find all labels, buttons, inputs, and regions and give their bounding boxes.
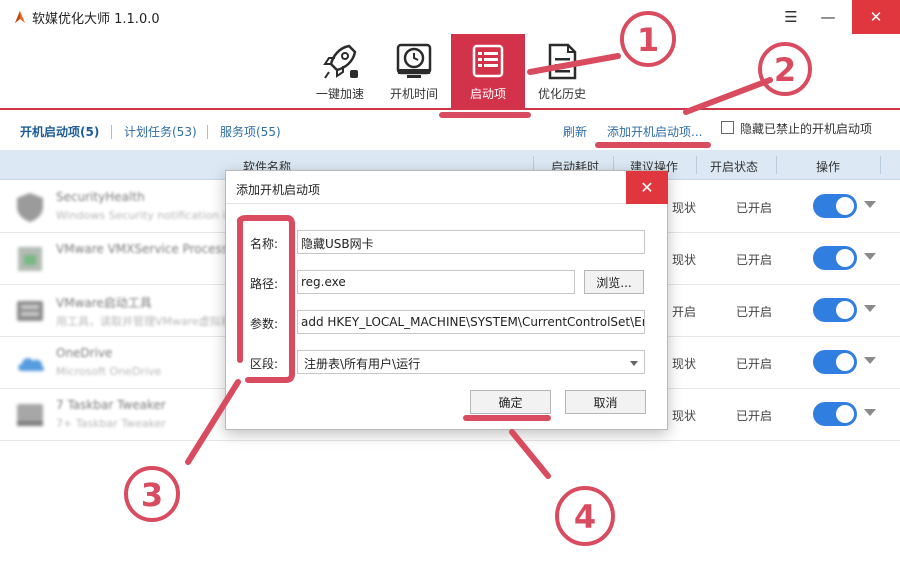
close-button[interactable]: ✕ (852, 0, 900, 34)
startup-toggle[interactable] (813, 298, 857, 322)
row-advice: 现状 (672, 253, 697, 267)
tool-boost[interactable]: 一键加速 (303, 34, 377, 108)
row-name: VMware启动工具 (56, 296, 152, 310)
path-label: 路径: (250, 277, 279, 291)
tool-history[interactable]: 优化历史 (525, 34, 599, 108)
args-label: 参数: (250, 317, 279, 331)
startup-toggle[interactable] (813, 246, 857, 270)
tab-divider (111, 125, 112, 139)
clock-monitor-icon (396, 43, 432, 78)
main-toolbar: 一键加速 开机时间 启动项 优化历史 (0, 34, 900, 110)
row-status: 已开启 (736, 305, 773, 319)
taskbar-tweaker-icon (17, 404, 43, 426)
app-logo-icon (15, 11, 25, 23)
row-description: Windows Security notification icon (56, 209, 246, 222)
tab-startup-items[interactable]: 开机启动项(5) (20, 123, 99, 140)
document-icon (548, 43, 577, 80)
name-field[interactable]: 隐藏USB网卡 (297, 230, 645, 254)
row-status: 已开启 (736, 409, 773, 423)
tab-scheduled-tasks[interactable]: 计划任务(53) (124, 123, 197, 140)
startup-toggle[interactable] (813, 350, 857, 374)
toggle-knob (836, 301, 854, 319)
row-advice: 现状 (672, 201, 697, 215)
rocket-icon (323, 44, 358, 79)
tool-startup[interactable]: 启动项 (451, 34, 525, 108)
close-icon: ✕ (640, 178, 654, 197)
menu-icon: ☰ (784, 8, 798, 26)
chevron-down-icon[interactable] (864, 305, 876, 312)
browse-button[interactable]: 浏览... (584, 270, 644, 294)
column-separator (880, 156, 881, 174)
chevron-down-icon[interactable] (864, 409, 876, 416)
tool-boot-time[interactable]: 开机时间 (377, 34, 451, 108)
tab-services[interactable]: 服务项(55) (220, 123, 281, 140)
tool-label: 一键加速 (315, 87, 364, 101)
annotation-circle-3 (124, 466, 180, 522)
tool-label: 开机时间 (389, 87, 438, 101)
path-field[interactable]: reg.exe (297, 270, 575, 294)
dialog-title: 添加开机启动项 (236, 183, 321, 197)
column-separator (696, 156, 697, 174)
ok-button[interactable]: 确定 (470, 390, 551, 414)
column-header-action: 操作 (816, 160, 841, 174)
chevron-down-icon (630, 361, 638, 366)
minimize-button[interactable]: — (805, 0, 851, 34)
row-name: SecurityHealth (56, 190, 145, 204)
chevron-down-icon[interactable] (864, 253, 876, 260)
shield-icon (17, 193, 43, 222)
row-name: VMware VMXService Process (56, 242, 229, 256)
close-icon: ✕ (869, 8, 883, 26)
row-status: 已开启 (736, 357, 773, 371)
row-advice: 现状 (672, 409, 697, 423)
row-advice: 现状 (672, 357, 697, 371)
row-name: OneDrive (56, 346, 113, 360)
row-status: 已开启 (736, 201, 773, 215)
section-select[interactable]: 注册表\所有用户\运行 (297, 350, 645, 374)
row-description: Microsoft OneDrive (56, 365, 162, 378)
add-startup-dialog: 添加开机启动项 ✕ 名称: 隐藏USB网卡 路径: reg.exe 浏览... … (225, 170, 668, 430)
add-startup-item-link[interactable]: 添加开机启动项... (607, 123, 702, 140)
chevron-down-icon[interactable] (864, 201, 876, 208)
hide-disabled-checkbox[interactable] (721, 121, 734, 134)
dialog-close-button[interactable]: ✕ (626, 171, 668, 204)
annotation-number-3: 3 (141, 476, 163, 514)
section-label: 区段: (250, 357, 279, 371)
vmware-tool-icon (17, 301, 43, 321)
chevron-down-icon[interactable] (864, 357, 876, 364)
row-description: 7+ Taskbar Tweaker (56, 417, 166, 430)
toggle-knob (836, 405, 854, 423)
row-advice: 开启 (672, 305, 697, 319)
annotation-circle-4 (555, 486, 615, 546)
name-label: 名称: (250, 237, 279, 251)
startup-toggle[interactable] (813, 402, 857, 426)
toggle-knob (836, 249, 854, 267)
title-bar: 软媒优化大师 1.1.0.0 ☰ — ✕ (0, 0, 900, 34)
tool-label: 优化历史 (537, 87, 586, 101)
cancel-button[interactable]: 取消 (565, 390, 646, 414)
args-field[interactable]: add HKEY_LOCAL_MACHINE\SYSTEM\CurrentCon… (297, 310, 645, 334)
app-window: 软媒优化大师 1.1.0.0 ☰ — ✕ 一键加速 开机时间 启动项 优化历史 … (0, 0, 900, 561)
cloud-icon (18, 358, 45, 371)
column-header-status[interactable]: 开启状态 (710, 158, 758, 175)
column-separator (776, 156, 777, 174)
row-status: 已开启 (736, 253, 773, 267)
window-title: 软媒优化大师 1.1.0.0 (32, 12, 160, 27)
startup-toggle[interactable] (813, 194, 857, 218)
dialog-title-bar: 添加开机启动项 ✕ (226, 171, 668, 204)
toggle-knob (836, 353, 854, 371)
tab-divider (207, 125, 208, 139)
row-name: 7 Taskbar Tweaker (56, 398, 166, 412)
refresh-link[interactable]: 刷新 (563, 123, 587, 140)
section-select-value: 注册表\所有用户\运行 (304, 357, 421, 371)
toggle-knob (836, 197, 854, 215)
vmware-service-icon (18, 247, 42, 271)
minimize-icon: — (820, 8, 836, 26)
row-description: 用工具，读取并管理VMware虚拟机 (56, 315, 232, 328)
tool-label: 启动项 (469, 87, 506, 101)
annotation-number-4: 4 (574, 498, 596, 536)
startup-list-icon (472, 44, 504, 78)
hide-disabled-label: 隐藏已禁止的开机启动项 (740, 122, 873, 136)
